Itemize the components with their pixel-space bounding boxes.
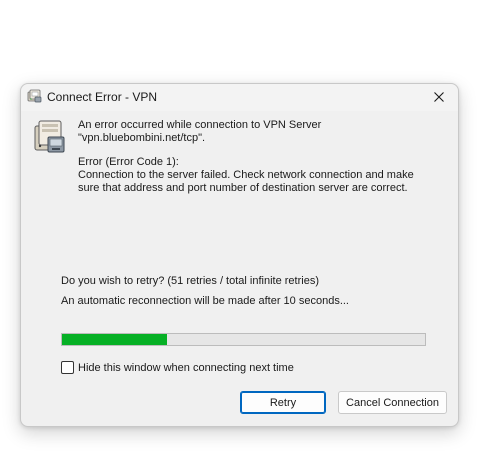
error-code: Error (Error Code 1): <box>78 156 179 168</box>
retry-button[interactable]: Retry <box>240 391 326 414</box>
title-bar: Connect Error - VPN <box>21 84 458 111</box>
hide-window-label: Hide this window when connecting next ti… <box>78 361 294 374</box>
cancel-connection-button[interactable]: Cancel Connection <box>338 391 447 414</box>
vpn-server-icon <box>31 117 67 155</box>
hide-window-checkbox[interactable] <box>61 361 74 374</box>
error-message: An error occurred while connection to VP… <box>78 119 322 144</box>
error-details: Error (Error Code 1): Connection to the … <box>78 156 433 195</box>
retry-question: Do you wish to retry? (51 retries / tota… <box>61 275 319 287</box>
connect-error-dialog: Connect Error - VPN An error occurred wh… <box>20 83 459 427</box>
hide-window-option[interactable]: Hide this window when connecting next ti… <box>61 361 294 374</box>
auto-reconnect-message: An automatic reconnection will be made a… <box>61 295 349 307</box>
window-title: Connect Error - VPN <box>47 90 158 104</box>
error-description: Connection to the server failed. Check n… <box>78 169 414 194</box>
vpn-computer-icon <box>27 88 43 104</box>
reconnect-progress-bar <box>61 333 426 346</box>
close-button[interactable] <box>426 86 452 108</box>
progress-fill <box>62 334 168 345</box>
close-icon <box>434 92 444 102</box>
